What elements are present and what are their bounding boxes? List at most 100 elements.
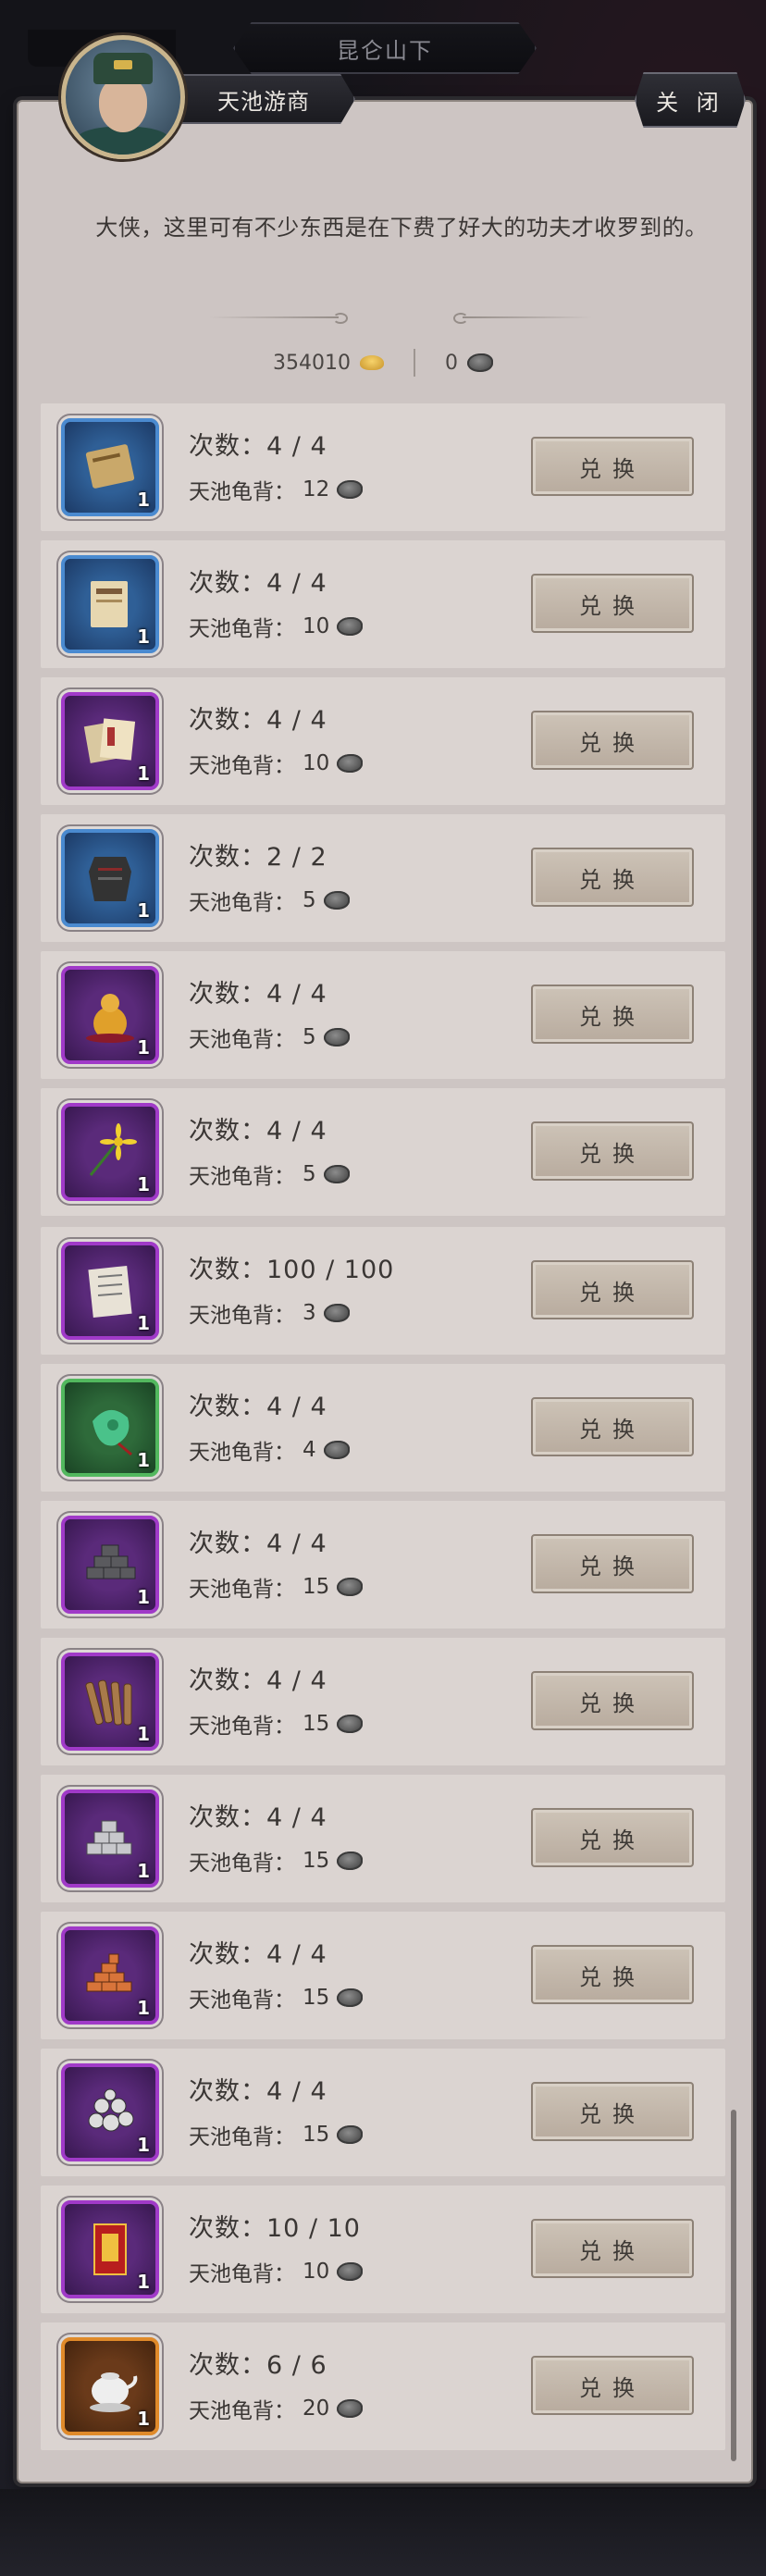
- item-cost: 天池龟背： 15: [189, 2119, 364, 2150]
- list-item: 1 次数：4 / 4 天池龟背： 15 兑换: [41, 1501, 725, 1629]
- exchange-button[interactable]: 兑换: [531, 711, 694, 770]
- item-slot[interactable]: 1: [61, 1926, 159, 2025]
- divider-right: [463, 316, 592, 318]
- exchange-button[interactable]: 兑换: [531, 2219, 694, 2278]
- list-item: 1 次数：4 / 4 天池龟背： 4 兑换: [41, 1364, 725, 1492]
- item-slot[interactable]: 1: [61, 2337, 159, 2435]
- exchange-count: 次数：4 / 4: [189, 1666, 327, 1695]
- cost-label: 天池龟背：: [189, 891, 295, 915]
- exchange-count: 次数：2 / 2: [189, 843, 327, 872]
- cost-label: 天池龟背：: [189, 1304, 295, 1328]
- exchange-button[interactable]: 兑换: [531, 2082, 694, 2141]
- exchange-button[interactable]: 兑换: [531, 1671, 694, 1730]
- turtle-shell-icon: [323, 1165, 350, 1183]
- list-item: 1 次数：100 / 100 天池龟背： 3 兑换: [41, 1227, 725, 1355]
- cost-label: 天池龟背：: [189, 1852, 295, 1876]
- item-cost: 天池龟背： 15: [189, 1845, 364, 1876]
- item-quantity: 1: [137, 1860, 150, 1882]
- jade-icon: [93, 1409, 132, 1456]
- book-icon: [91, 581, 128, 627]
- npc-name-label: 天池游商: [172, 74, 355, 124]
- list-item: 1 次数：2 / 2 天池龟背： 5 兑换: [41, 814, 725, 942]
- cost-amount: 5: [303, 888, 316, 912]
- item-quantity: 1: [137, 2134, 150, 2156]
- cost-amount: 15: [303, 1712, 330, 1736]
- cost-label: 天池龟背：: [189, 1715, 295, 1739]
- flower-icon: [89, 1123, 137, 1176]
- item-quantity: 1: [137, 1586, 150, 1608]
- red-book-icon: [93, 2223, 127, 2275]
- copper-ingots-icon: [86, 1953, 132, 1992]
- item-slot[interactable]: 1: [61, 966, 159, 1064]
- exchange-button[interactable]: 兑换: [531, 848, 694, 907]
- cost-label: 天池龟背：: [189, 1028, 295, 1052]
- footer-background: [0, 2489, 766, 2576]
- exchange-button[interactable]: 兑换: [531, 1808, 694, 1867]
- item-quantity: 1: [137, 489, 150, 511]
- exchange-button[interactable]: 兑换: [531, 1397, 694, 1456]
- exchange-count: 次数：4 / 4: [189, 1803, 327, 1832]
- item-slot[interactable]: 1: [61, 1242, 159, 1340]
- item-cost: 天池龟背： 10: [189, 748, 364, 779]
- divider-left: [209, 313, 348, 324]
- shell-balance: 0: [445, 352, 493, 375]
- gold-amount: 354010: [273, 351, 351, 375]
- item-cost: 天池龟背： 20: [189, 2393, 364, 2424]
- exchange-button[interactable]: 兑换: [531, 2356, 694, 2415]
- item-cost: 天池龟背： 5: [189, 1158, 350, 1190]
- cost-amount: 4: [303, 1438, 316, 1462]
- item-quantity: 1: [137, 1997, 150, 2019]
- scrollbar[interactable]: [731, 2110, 736, 2461]
- item-cost: 天池龟背： 15: [189, 1982, 364, 2013]
- item-slot[interactable]: 1: [61, 555, 159, 653]
- turtle-shell-icon: [337, 2125, 364, 2144]
- item-slot[interactable]: 1: [61, 1516, 159, 1614]
- item-slot[interactable]: 1: [61, 1379, 159, 1477]
- exchange-count: 次数：4 / 4: [189, 1117, 327, 1146]
- merchant-dialogue: 大侠，这里可有不少东西是在下费了好大的功夫才收罗到的。: [95, 215, 708, 241]
- cost-label: 天池龟背：: [189, 1165, 295, 1189]
- item-slot[interactable]: 1: [61, 418, 159, 516]
- cost-label: 天池龟背：: [189, 1441, 295, 1465]
- exchange-count: 次数：4 / 4: [189, 1393, 327, 1421]
- cost-amount: 12: [303, 477, 330, 502]
- exchange-count: 次数：4 / 4: [189, 706, 327, 735]
- list-item: 1 次数：4 / 4 天池龟背： 10 兑换: [41, 540, 725, 668]
- item-slot[interactable]: 1: [61, 1103, 159, 1201]
- item-slot[interactable]: 1: [61, 692, 159, 790]
- exchange-count: 次数：4 / 4: [189, 1530, 327, 1558]
- item-slot[interactable]: 1: [61, 2063, 159, 2161]
- item-quantity: 1: [137, 1449, 150, 1471]
- item-slot[interactable]: 1: [61, 2200, 159, 2298]
- item-cost: 天池龟背： 12: [189, 474, 364, 505]
- exchange-button[interactable]: 兑换: [531, 1945, 694, 2004]
- item-slot[interactable]: 1: [61, 1790, 159, 1888]
- item-quantity: 1: [137, 625, 150, 648]
- exchange-count: 次数：4 / 4: [189, 980, 327, 1009]
- exchange-button[interactable]: 兑换: [531, 574, 694, 633]
- exchange-button[interactable]: 兑换: [531, 1260, 694, 1319]
- cost-amount: 20: [303, 2396, 330, 2421]
- cost-amount: 5: [303, 1162, 316, 1186]
- exchange-button[interactable]: 兑换: [531, 437, 694, 496]
- item-cost: 天池龟背： 15: [189, 1708, 364, 1740]
- cost-label: 天池龟背：: [189, 2399, 295, 2423]
- close-button[interactable]: 关 闭: [635, 72, 746, 128]
- list-item: 1 次数：4 / 4 天池龟背： 15 兑换: [41, 1775, 725, 1902]
- cost-amount: 10: [303, 614, 330, 638]
- item-cost: 天池龟背： 3: [189, 1297, 350, 1329]
- gourd-icon: [86, 994, 134, 1043]
- list-item: 1 次数：6 / 6 天池龟背： 20 兑换: [41, 2322, 725, 2450]
- exchange-count: 次数：4 / 4: [189, 1940, 327, 1969]
- armor-icon: [89, 857, 131, 901]
- item-cost: 天池龟背： 5: [189, 885, 350, 916]
- npc-avatar: [61, 35, 185, 159]
- exchange-button[interactable]: 兑换: [531, 985, 694, 1044]
- item-slot[interactable]: 1: [61, 829, 159, 927]
- turtle-shell-icon: [323, 1304, 350, 1322]
- cost-label: 天池龟背：: [189, 2262, 295, 2286]
- exchange-button[interactable]: 兑换: [531, 1121, 694, 1181]
- exchange-button[interactable]: 兑换: [531, 1534, 694, 1593]
- item-slot[interactable]: 1: [61, 1653, 159, 1751]
- shell-amount: 0: [444, 351, 458, 375]
